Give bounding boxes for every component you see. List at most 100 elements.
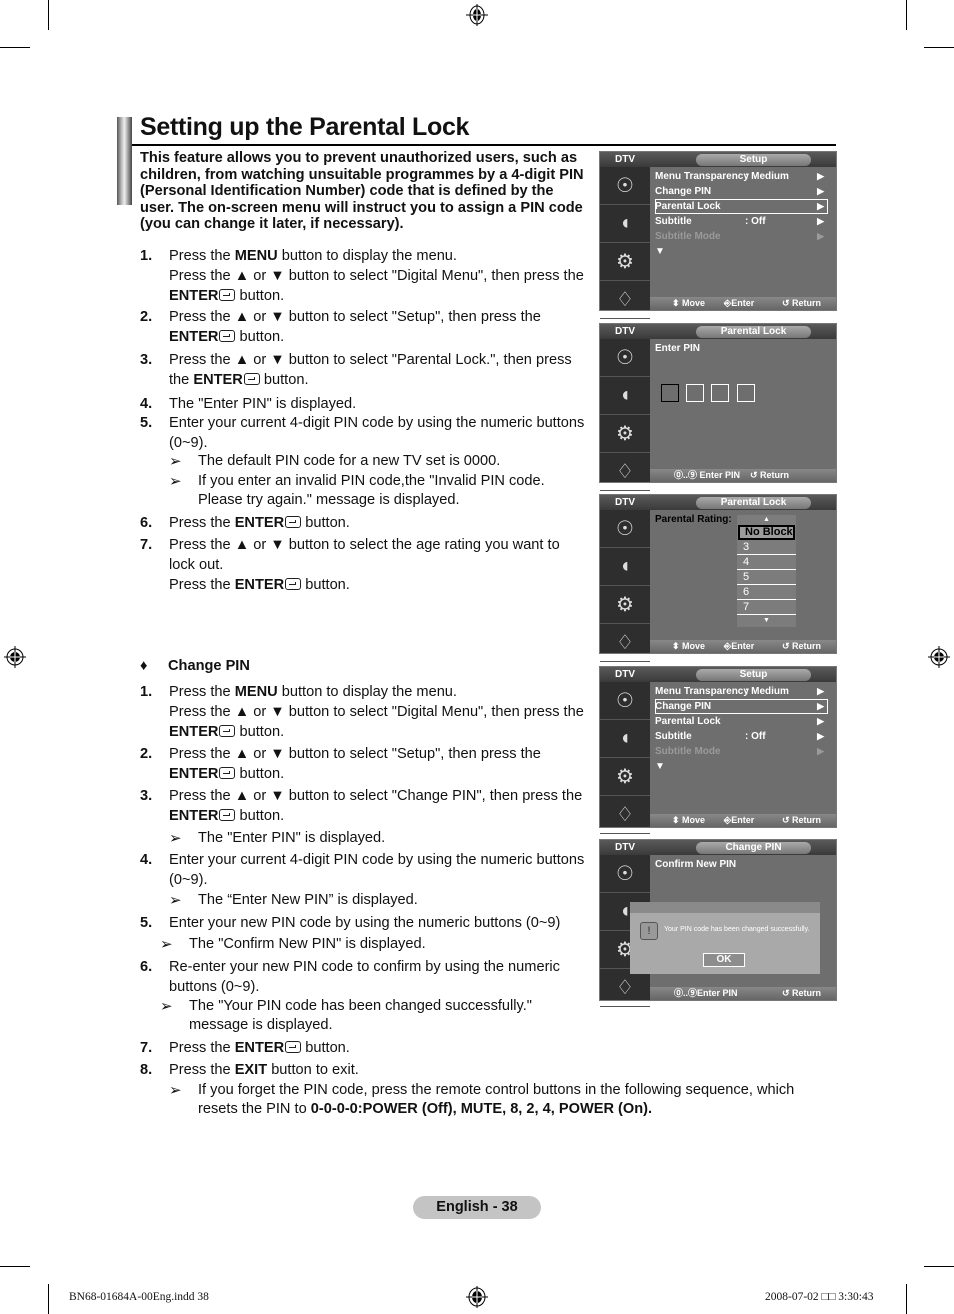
enter-icon xyxy=(219,725,236,737)
step-1: 1. Press the MENU button to display the … xyxy=(140,248,584,304)
satellite-icon: ◖ xyxy=(600,720,650,758)
enter-icon xyxy=(219,809,236,821)
arrow-icon: ➢ xyxy=(169,453,182,470)
menu-item-subtitle[interactable]: Subtitle: Off ▶ xyxy=(655,729,828,744)
title-rule xyxy=(132,144,836,146)
screen-footer: ⬍ Move ⎆Enter ↺ Return xyxy=(650,297,836,310)
input-icon: ♢ xyxy=(600,796,650,834)
tv-screen-change-pin: DTV Change PIN ☉ ◖ ⚙ ♢ Confirm New PIN ! … xyxy=(599,839,837,1007)
input-icon: ♢ xyxy=(600,624,650,662)
page-number-badge: English - 38 xyxy=(413,1196,541,1219)
input-icon: ♢ xyxy=(600,281,650,319)
menu-item-subtitle-mode: Subtitle Mode ▶ xyxy=(655,231,824,242)
step-2: 2. Press the ▲ or ▼ button to select "Se… xyxy=(140,309,541,345)
rating-list[interactable]: ▲ No Block 3 4 5 6 7 ▼ xyxy=(737,515,796,627)
cp-note-new-pin: ➢ The “Enter New PIN” is displayed. xyxy=(169,892,418,909)
pin-digit-4[interactable] xyxy=(737,384,755,402)
step-4: 4. The "Enter PIN" is displayed. xyxy=(140,396,357,412)
crop-mark xyxy=(0,47,30,48)
enter-icon xyxy=(285,578,302,590)
pin-digit-1[interactable] xyxy=(661,384,679,402)
enter-icon xyxy=(243,373,260,385)
menu-item-subtitle[interactable]: Subtitle: Off ▶ xyxy=(655,214,828,229)
crop-mark xyxy=(48,1284,49,1314)
channel-icon: ☉ xyxy=(600,510,650,548)
enter-icon xyxy=(219,330,236,342)
input-icon: ♢ xyxy=(600,969,650,1007)
gear-icon: ⚙ xyxy=(600,243,650,281)
pin-digit-2[interactable] xyxy=(686,384,704,402)
step-3: 3. Press the ▲ or ▼ button to select "Pa… xyxy=(140,352,572,388)
registration-mark-icon xyxy=(466,1286,488,1308)
crop-mark xyxy=(48,0,49,30)
pin-digit-3[interactable] xyxy=(711,384,729,402)
enter-icon xyxy=(219,289,236,301)
arrow-icon: ➢ xyxy=(169,830,182,847)
channel-icon: ☉ xyxy=(600,167,650,205)
tv-screen-enter-pin: DTV Parental Lock ☉ ◖ ⚙ ♢ Enter PIN ⓪..⑨ … xyxy=(599,323,837,491)
ok-button[interactable]: OK xyxy=(703,953,745,967)
cp-step-1: 1. Press the MENU button to display the … xyxy=(140,684,584,740)
satellite-icon: ◖ xyxy=(600,205,650,243)
cp-note-confirm: ➢ The "Confirm New PIN" is displayed. xyxy=(160,936,426,953)
input-icon: ♢ xyxy=(600,453,650,491)
success-dialog: ! Your PIN code has been changed success… xyxy=(630,902,820,974)
channel-icon: ☉ xyxy=(600,855,650,893)
satellite-icon: ◖ xyxy=(600,548,650,586)
cp-step-6: 6. Re-enter your new PIN code to confirm… xyxy=(140,959,560,995)
confirm-new-pin-label: Confirm New PIN xyxy=(655,859,737,870)
rating-option[interactable]: 3 xyxy=(737,540,796,555)
scroll-down-icon[interactable]: ▼ xyxy=(737,615,796,627)
diamond-bullet-icon: ♦ xyxy=(140,658,148,674)
enter-icon xyxy=(219,767,236,779)
rating-option[interactable]: No Block xyxy=(738,525,795,540)
crop-mark xyxy=(0,1266,30,1267)
tv-screen-setup-change-pin: DTV Setup ☉ ◖ ⚙ ♢ Menu Transparency: Medi… xyxy=(599,666,837,834)
crop-mark xyxy=(906,0,907,30)
enter-icon xyxy=(285,516,302,528)
enter-key: ENTER xyxy=(169,288,219,304)
more-down-icon: ▼ xyxy=(655,246,665,257)
rating-option[interactable]: 4 xyxy=(737,555,796,570)
gear-icon: ⚙ xyxy=(600,586,650,624)
cp-note-enter-pin: ➢ The "Enter PIN" is displayed. xyxy=(169,830,386,847)
rating-option[interactable]: 6 xyxy=(737,585,796,600)
timestamp-slug: 2008-07-02 □□ 3:30:43 xyxy=(765,1291,874,1303)
registration-mark-icon xyxy=(4,646,26,668)
intro-paragraph: This feature allows you to prevent unaut… xyxy=(140,150,584,233)
enter-pin-label: Enter PIN xyxy=(655,343,701,354)
gear-icon: ⚙ xyxy=(600,758,650,796)
file-slug: BN68-01684A-00Eng.indd 38 xyxy=(69,1291,209,1303)
cp-step-8: 8. Press the EXIT button to exit. xyxy=(140,1062,359,1078)
step-5: 5. Enter your current 4-digit PIN code b… xyxy=(140,415,585,451)
channel-icon: ☉ xyxy=(600,682,650,720)
arrow-icon: ➢ xyxy=(160,998,173,1015)
tv-screen-parental-rating: DTV Parental Lock ☉ ◖ ⚙ ♢ Parental Rating… xyxy=(599,494,837,662)
step-number: 1. xyxy=(140,248,153,264)
menu-item-parental-lock[interactable]: Parental Lock ▶ xyxy=(655,714,828,729)
menu-item-change-pin[interactable]: Change PIN ▶ xyxy=(655,699,828,714)
cp-note-forgot-pin: ➢ If you forget the PIN code, press the … xyxy=(169,1082,795,1117)
menu-icon-column: ☉ ◖ ⚙ ♢ xyxy=(600,167,650,319)
scroll-up-icon[interactable]: ▲ xyxy=(737,515,796,525)
crop-mark xyxy=(924,1266,954,1267)
crop-mark xyxy=(906,1284,907,1314)
menu-item-transparency[interactable]: Menu Transparency: Medium ▶ xyxy=(655,684,828,699)
rating-option[interactable]: 7 xyxy=(737,600,796,615)
menu-item-parental-lock[interactable]: Parental Lock ▶ xyxy=(655,199,828,214)
menu-item-transparency[interactable]: Menu Transparency: Medium ▶ xyxy=(655,169,828,184)
step-7: 7. Press the ▲ or ▼ button to select the… xyxy=(140,537,560,593)
tv-screen-setup: DTV Setup ☉ ◖ ⚙ ♢ Menu Transparency: Medi… xyxy=(599,151,837,319)
cp-step-4: 4. Enter your current 4-digit PIN code b… xyxy=(140,852,585,888)
cp-step-5: 5. Enter your new PIN code by using the … xyxy=(140,915,561,931)
rating-option[interactable]: 5 xyxy=(737,570,796,585)
menu-item-subtitle-mode: Subtitle Mode ▶ xyxy=(655,746,824,757)
cp-step-7: 7. Press the ENTER button. xyxy=(140,1040,350,1056)
registration-mark-icon xyxy=(466,4,488,26)
more-down-icon: ▼ xyxy=(655,761,665,772)
dialog-message: Your PIN code has been changed successfu… xyxy=(664,926,810,933)
gear-icon: ⚙ xyxy=(600,415,650,453)
menu-item-change-pin[interactable]: Change PIN ▶ xyxy=(655,184,828,199)
title-accent-bar xyxy=(117,117,132,205)
cp-step-3: 3. Press the ▲ or ▼ button to select "Ch… xyxy=(140,788,583,824)
